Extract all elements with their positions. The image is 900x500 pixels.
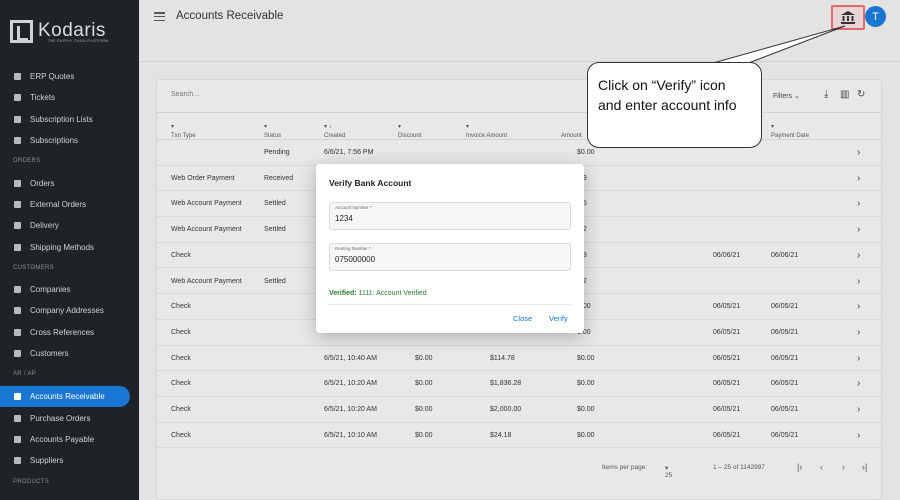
callout-pointer-mask — [682, 69, 711, 78]
